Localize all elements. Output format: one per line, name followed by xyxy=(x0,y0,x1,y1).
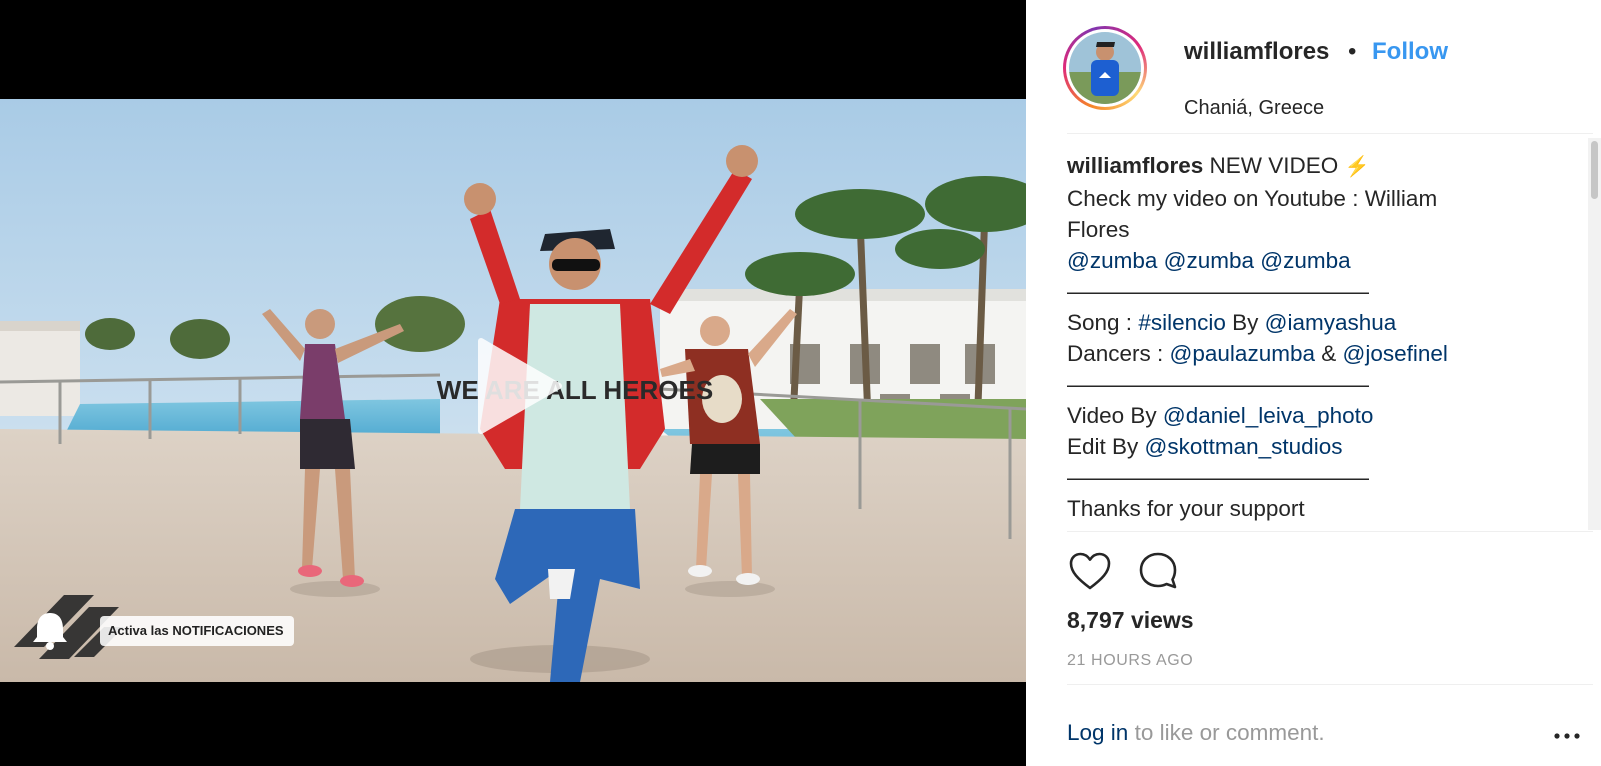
mention-link[interactable]: @zumba xyxy=(1164,248,1254,273)
post-sidebar: williamflores • Follow Chaniá, Greece wi… xyxy=(1026,0,1601,766)
header-divider xyxy=(1067,133,1593,134)
follow-button[interactable]: Follow xyxy=(1372,38,1448,66)
avatar-border xyxy=(1066,29,1144,107)
login-link[interactable]: Log in xyxy=(1067,720,1128,745)
view-count: 8,797 views xyxy=(1067,607,1194,633)
post-timestamp[interactable]: 21 HOURS AGO xyxy=(1067,652,1193,670)
username-link[interactable]: williamflores xyxy=(1184,38,1329,66)
caption-video-by: Video By @daniel_leiva_photo xyxy=(1067,400,1587,431)
caption-song: Song : #silencio By @iamyashua xyxy=(1067,307,1587,338)
hashtag-link[interactable]: #silencio xyxy=(1138,310,1226,335)
avatar-image xyxy=(1069,32,1141,104)
edit-by-label: Edit By xyxy=(1067,434,1145,459)
notification-overlay-label: Activa las NOTIFICACIONES xyxy=(100,616,294,646)
caption-scrollbar-thumb[interactable] xyxy=(1591,141,1598,199)
mention-link[interactable]: @daniel_leiva_photo xyxy=(1163,403,1374,428)
mention-link[interactable]: @paulazumba xyxy=(1170,341,1315,366)
video-by-label: Video By xyxy=(1067,403,1163,428)
mention-link[interactable]: @josefinel xyxy=(1343,341,1448,366)
caption-rule: —————————————— xyxy=(1067,279,1369,304)
caption-edit-by: Edit By @skottman_studios xyxy=(1067,431,1587,462)
caption-divider xyxy=(1067,531,1593,532)
dancers-label: Dancers : xyxy=(1067,341,1170,366)
song-label: Song : xyxy=(1067,310,1139,335)
login-suffix: to like or comment. xyxy=(1128,720,1325,745)
heart-icon[interactable] xyxy=(1068,550,1112,592)
mention-link[interactable]: @zumba xyxy=(1260,248,1350,273)
caption-rule: —————————————— xyxy=(1067,372,1369,397)
mention-link[interactable]: @iamyashua xyxy=(1265,310,1397,335)
caption-rule: —————————————— xyxy=(1067,465,1369,490)
caption-author-link[interactable]: williamflores xyxy=(1067,153,1203,178)
footer-divider xyxy=(1067,684,1593,685)
header-separator: • xyxy=(1348,38,1357,65)
caption-line: Flores xyxy=(1067,217,1130,242)
caption-area[interactable]: williamflores NEW VIDEO ⚡ Check my video… xyxy=(1067,150,1587,530)
lightning-emoji-icon: ⚡ xyxy=(1344,156,1370,178)
song-by-label: By xyxy=(1225,310,1265,335)
dancers-amp: & xyxy=(1314,341,1343,366)
login-prompt: Log in to like or comment. xyxy=(1067,720,1325,746)
caption-headline-text: NEW VIDEO xyxy=(1203,153,1339,178)
location-link[interactable]: Chaniá, Greece xyxy=(1184,97,1324,120)
mention-link[interactable]: @zumba xyxy=(1067,248,1157,273)
play-icon[interactable] xyxy=(459,331,569,441)
caption-line: Check my video on Youtube : William xyxy=(1067,186,1438,211)
mention-link[interactable]: @skottman_studios xyxy=(1145,434,1343,459)
caption-dancers: Dancers : @paulazumba & @josefinel xyxy=(1067,338,1587,369)
caption-mentions: @zumba @zumba @zumba xyxy=(1067,245,1587,276)
ellipsis-icon[interactable] xyxy=(1552,726,1582,746)
caption-headline: williamflores NEW VIDEO ⚡ xyxy=(1067,150,1587,183)
video-frame[interactable]: WE ARE ALL HEROES Activa las NOTIFICACIO… xyxy=(0,99,1026,682)
video-player[interactable]: WE ARE ALL HEROES Activa las NOTIFICACIO… xyxy=(0,0,1026,766)
post-header: williamflores • Follow Chaniá, Greece xyxy=(1063,26,1593,119)
speech-bubble-icon[interactable] xyxy=(1137,550,1181,592)
avatar[interactable] xyxy=(1063,26,1147,110)
caption-thanks: Thanks for your support xyxy=(1067,496,1305,521)
